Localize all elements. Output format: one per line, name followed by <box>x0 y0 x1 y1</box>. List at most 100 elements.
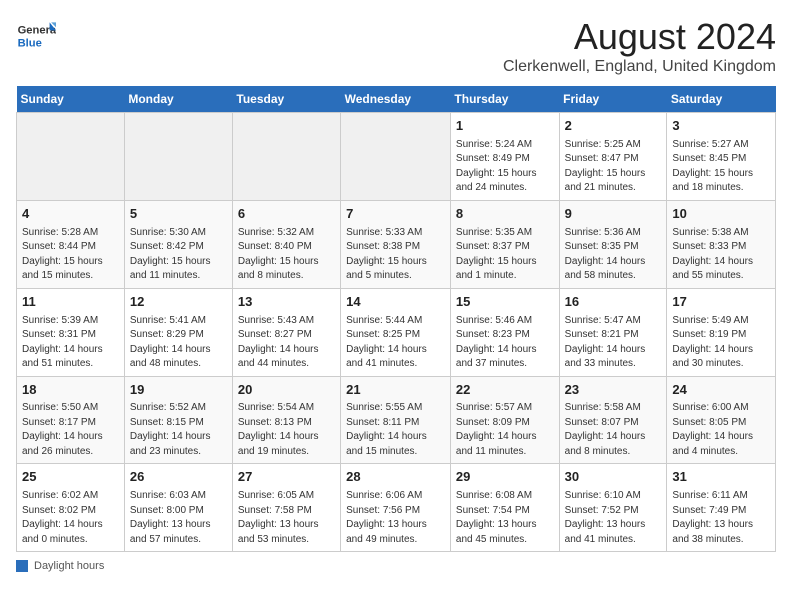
calendar-cell: 29Sunrise: 6:08 AM Sunset: 7:54 PM Dayli… <box>450 464 559 552</box>
day-info: Sunrise: 6:00 AM Sunset: 8:05 PM Dayligh… <box>672 402 753 457</box>
day-info: Sunrise: 5:25 AM Sunset: 8:47 PM Dayligh… <box>565 139 646 194</box>
col-header-monday: Monday <box>124 86 232 113</box>
day-info: Sunrise: 5:57 AM Sunset: 8:09 PM Dayligh… <box>456 402 537 457</box>
col-header-tuesday: Tuesday <box>232 86 340 113</box>
calendar-cell: 3 Sunrise: 5:27 AM Sunset: 8:45 PM Daylig… <box>667 113 776 201</box>
day-number: 25 <box>22 468 119 487</box>
day-number: 15 <box>456 293 554 312</box>
day-info: Sunrise: 5:43 AM Sunset: 8:27 PM Dayligh… <box>238 315 319 370</box>
svg-text:Blue: Blue <box>18 37 42 49</box>
day-number: 31 <box>672 468 770 487</box>
day-number: 3 <box>672 117 770 136</box>
day-number: 14 <box>346 293 445 312</box>
calendar-cell: 23 Sunrise: 5:58 AM Sunset: 8:07 PM Dayli… <box>559 376 667 464</box>
calendar-cell: 8 Sunrise: 5:35 AM Sunset: 8:37 PM Daylig… <box>450 200 559 288</box>
day-info: Sunrise: 5:49 AM Sunset: 8:19 PM Dayligh… <box>672 315 753 370</box>
calendar-cell: 11 Sunrise: 5:39 AM Sunset: 8:31 PM Dayli… <box>17 288 125 376</box>
day-info: Sunrise: 5:27 AM Sunset: 8:45 PM Dayligh… <box>672 139 753 194</box>
calendar-cell <box>124 113 232 201</box>
day-info: Sunrise: 6:02 AM Sunset: 8:02 PM Dayligh… <box>22 490 103 545</box>
col-header-sunday: Sunday <box>17 86 125 113</box>
day-info: Sunrise: 5:36 AM Sunset: 8:35 PM Dayligh… <box>565 227 646 282</box>
day-info: Sunrise: 5:28 AM Sunset: 8:44 PM Dayligh… <box>22 227 103 282</box>
calendar-body: 1 Sunrise: 5:24 AM Sunset: 8:49 PM Daylig… <box>17 113 776 552</box>
calendar-cell: 4 Sunrise: 5:28 AM Sunset: 8:44 PM Daylig… <box>17 200 125 288</box>
calendar-cell: 9Sunrise: 5:36 AM Sunset: 8:35 PM Daylig… <box>559 200 667 288</box>
calendar-cell: 17Sunrise: 5:49 AM Sunset: 8:19 PM Dayli… <box>667 288 776 376</box>
calendar-cell: 24 Sunrise: 6:00 AM Sunset: 8:05 PM Dayli… <box>667 376 776 464</box>
calendar-cell: 22 Sunrise: 5:57 AM Sunset: 8:09 PM Dayli… <box>450 376 559 464</box>
calendar-cell: 28Sunrise: 6:06 AM Sunset: 7:56 PM Dayli… <box>341 464 451 552</box>
calendar-cell: 21Sunrise: 5:55 AM Sunset: 8:11 PM Dayli… <box>341 376 451 464</box>
calendar-cell: 7Sunrise: 5:33 AM Sunset: 8:38 PM Daylig… <box>341 200 451 288</box>
day-info: Sunrise: 6:05 AM Sunset: 7:58 PM Dayligh… <box>238 490 319 545</box>
col-header-friday: Friday <box>559 86 667 113</box>
calendar-cell <box>341 113 451 201</box>
week-row-3: 11 Sunrise: 5:39 AM Sunset: 8:31 PM Dayli… <box>17 288 776 376</box>
day-number: 2 <box>565 117 662 136</box>
week-row-2: 4 Sunrise: 5:28 AM Sunset: 8:44 PM Daylig… <box>17 200 776 288</box>
calendar-cell: 30 Sunrise: 6:10 AM Sunset: 7:52 PM Dayli… <box>559 464 667 552</box>
column-headers: SundayMondayTuesdayWednesdayThursdayFrid… <box>17 86 776 113</box>
calendar-cell: 12 Sunrise: 5:41 AM Sunset: 8:29 PM Dayli… <box>124 288 232 376</box>
page-header: General Blue August 2024 Clerkenwell, En… <box>16 16 776 76</box>
day-number: 13 <box>238 293 335 312</box>
calendar-table: SundayMondayTuesdayWednesdayThursdayFrid… <box>16 86 776 552</box>
calendar-cell <box>232 113 340 201</box>
col-header-saturday: Saturday <box>667 86 776 113</box>
calendar-cell: 14 Sunrise: 5:44 AM Sunset: 8:25 PM Dayli… <box>341 288 451 376</box>
day-number: 27 <box>238 468 335 487</box>
daylight-dot <box>16 560 28 572</box>
day-number: 18 <box>22 381 119 400</box>
calendar-cell: 10 Sunrise: 5:38 AM Sunset: 8:33 PM Dayli… <box>667 200 776 288</box>
col-header-thursday: Thursday <box>450 86 559 113</box>
calendar-cell <box>17 113 125 201</box>
calendar-cell: 25 Sunrise: 6:02 AM Sunset: 8:02 PM Dayli… <box>17 464 125 552</box>
title-block: August 2024 Clerkenwell, England, United… <box>503 16 776 76</box>
day-info: Sunrise: 5:46 AM Sunset: 8:23 PM Dayligh… <box>456 315 537 370</box>
calendar-cell: 1 Sunrise: 5:24 AM Sunset: 8:49 PM Daylig… <box>450 113 559 201</box>
day-number: 23 <box>565 381 662 400</box>
day-number: 8 <box>456 205 554 224</box>
calendar-cell: 18 Sunrise: 5:50 AM Sunset: 8:17 PM Dayli… <box>17 376 125 464</box>
day-number: 1 <box>456 117 554 136</box>
calendar-cell: 13 Sunrise: 5:43 AM Sunset: 8:27 PM Dayli… <box>232 288 340 376</box>
day-number: 11 <box>22 293 119 312</box>
day-number: 6 <box>238 205 335 224</box>
day-info: Sunrise: 5:52 AM Sunset: 8:15 PM Dayligh… <box>130 402 211 457</box>
day-number: 7 <box>346 205 445 224</box>
day-info: Sunrise: 5:58 AM Sunset: 8:07 PM Dayligh… <box>565 402 646 457</box>
week-row-1: 1 Sunrise: 5:24 AM Sunset: 8:49 PM Daylig… <box>17 113 776 201</box>
calendar-cell: 2 Sunrise: 5:25 AM Sunset: 8:47 PM Daylig… <box>559 113 667 201</box>
day-number: 24 <box>672 381 770 400</box>
day-number: 16 <box>565 293 662 312</box>
footer: Daylight hours <box>16 560 776 572</box>
day-number: 30 <box>565 468 662 487</box>
day-info: Sunrise: 5:50 AM Sunset: 8:17 PM Dayligh… <box>22 402 103 457</box>
day-number: 20 <box>238 381 335 400</box>
day-info: Sunrise: 5:38 AM Sunset: 8:33 PM Dayligh… <box>672 227 753 282</box>
day-info: Sunrise: 5:55 AM Sunset: 8:11 PM Dayligh… <box>346 402 427 457</box>
location: Clerkenwell, England, United Kingdom <box>503 58 776 76</box>
day-info: Sunrise: 6:10 AM Sunset: 7:52 PM Dayligh… <box>565 490 646 545</box>
day-number: 4 <box>22 205 119 224</box>
day-number: 29 <box>456 468 554 487</box>
day-info: Sunrise: 5:32 AM Sunset: 8:40 PM Dayligh… <box>238 227 319 282</box>
day-info: Sunrise: 5:24 AM Sunset: 8:49 PM Dayligh… <box>456 139 537 194</box>
day-info: Sunrise: 6:06 AM Sunset: 7:56 PM Dayligh… <box>346 490 427 545</box>
day-info: Sunrise: 5:44 AM Sunset: 8:25 PM Dayligh… <box>346 315 427 370</box>
day-number: 10 <box>672 205 770 224</box>
week-row-4: 18 Sunrise: 5:50 AM Sunset: 8:17 PM Dayli… <box>17 376 776 464</box>
week-row-5: 25 Sunrise: 6:02 AM Sunset: 8:02 PM Dayli… <box>17 464 776 552</box>
day-info: Sunrise: 5:35 AM Sunset: 8:37 PM Dayligh… <box>456 227 537 282</box>
day-number: 19 <box>130 381 227 400</box>
day-number: 12 <box>130 293 227 312</box>
day-info: Sunrise: 5:30 AM Sunset: 8:42 PM Dayligh… <box>130 227 211 282</box>
day-info: Sunrise: 5:41 AM Sunset: 8:29 PM Dayligh… <box>130 315 211 370</box>
calendar-cell: 19 Sunrise: 5:52 AM Sunset: 8:15 PM Dayli… <box>124 376 232 464</box>
day-info: Sunrise: 6:11 AM Sunset: 7:49 PM Dayligh… <box>672 490 753 545</box>
daylight-label: Daylight hours <box>34 560 104 572</box>
col-header-wednesday: Wednesday <box>341 86 451 113</box>
day-number: 22 <box>456 381 554 400</box>
day-info: Sunrise: 5:39 AM Sunset: 8:31 PM Dayligh… <box>22 315 103 370</box>
